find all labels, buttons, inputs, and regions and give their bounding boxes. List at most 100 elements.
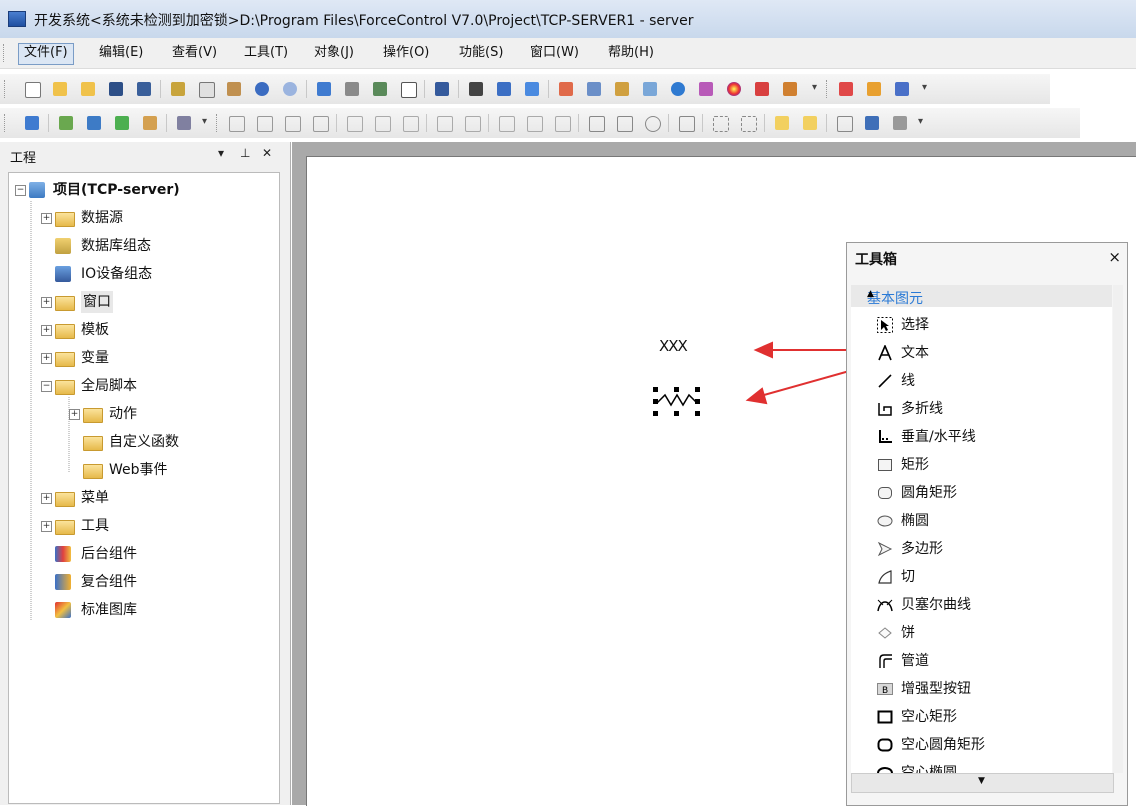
space-v-icon[interactable] <box>462 113 482 133</box>
compile-icon[interactable] <box>342 79 362 99</box>
menubar-grip[interactable] <box>3 44 7 62</box>
snap-icon[interactable] <box>676 113 696 133</box>
ungroup-icon[interactable] <box>738 113 758 133</box>
run-icon[interactable] <box>432 79 452 99</box>
undo-icon[interactable] <box>252 79 272 99</box>
tag-icon[interactable] <box>140 113 160 133</box>
background-component-icon <box>55 546 71 562</box>
background-comp-icon[interactable] <box>892 79 912 99</box>
folder-icon[interactable] <box>78 79 98 99</box>
space-h-icon[interactable] <box>434 113 454 133</box>
menu-window[interactable]: 窗口(W) <box>525 43 584 63</box>
graphic-lib-icon[interactable] <box>836 79 856 99</box>
toolbar-overflow-icon[interactable]: ▾ <box>202 116 207 127</box>
import-icon[interactable] <box>22 113 42 133</box>
new-file-icon[interactable] <box>22 79 42 99</box>
align-bottom-icon[interactable] <box>310 113 330 133</box>
send-back-icon[interactable] <box>800 113 820 133</box>
bring-front-icon[interactable] <box>772 113 792 133</box>
property-icon[interactable] <box>556 79 576 99</box>
copy-icon[interactable] <box>196 79 216 99</box>
toolbar-overflow-icon[interactable]: ▾ <box>922 82 927 93</box>
center-both-icon[interactable] <box>400 113 420 133</box>
toolbox-close-icon[interactable]: × <box>1108 248 1121 266</box>
collapse-icon[interactable]: − <box>41 381 52 392</box>
flip-h-icon[interactable] <box>586 113 606 133</box>
align-left-icon[interactable] <box>226 113 246 133</box>
tool-label: 圆角矩形 <box>901 485 957 501</box>
lock-icon[interactable] <box>890 113 910 133</box>
image-icon[interactable] <box>84 113 104 133</box>
menu-function[interactable]: 功能(S) <box>454 43 508 63</box>
menu-edit[interactable]: 编辑(E) <box>94 43 148 63</box>
cut-icon[interactable] <box>168 79 188 99</box>
edit-icon[interactable] <box>612 79 632 99</box>
component-icon[interactable] <box>752 79 772 99</box>
toolbar-overflow-icon[interactable]: ▾ <box>918 116 923 127</box>
save-all-icon[interactable] <box>134 79 154 99</box>
color-icon[interactable] <box>724 79 744 99</box>
menu-help[interactable]: 帮助(H) <box>603 43 659 63</box>
expand-icon[interactable]: + <box>69 409 80 420</box>
paste-icon[interactable] <box>224 79 244 99</box>
expand-icon[interactable]: + <box>41 353 52 364</box>
same-width-icon[interactable] <box>496 113 516 133</box>
monitor-icon[interactable] <box>862 113 882 133</box>
toolbar-grip[interactable] <box>216 114 220 132</box>
layer-icon[interactable] <box>696 79 716 99</box>
group-icon[interactable] <box>56 113 76 133</box>
expand-icon[interactable]: + <box>41 213 52 224</box>
center-v-icon[interactable] <box>372 113 392 133</box>
menu-tools[interactable]: 工具(T) <box>239 43 293 63</box>
collapse-caret-icon[interactable]: ▲ <box>867 289 1102 299</box>
window-icon[interactable] <box>522 79 542 99</box>
window-title: 开发系统<系统未检测到加密锁>D:\Program Files\ForceCon… <box>34 13 694 29</box>
group-objects-icon[interactable] <box>710 113 730 133</box>
expand-icon[interactable]: + <box>41 493 52 504</box>
config-icon[interactable] <box>584 79 604 99</box>
same-size-icon[interactable] <box>552 113 572 133</box>
text-a-icon <box>878 345 892 361</box>
align-top-icon[interactable] <box>282 113 302 133</box>
find-icon[interactable] <box>466 79 486 99</box>
toolbar-grip[interactable] <box>4 80 8 98</box>
clone-icon[interactable] <box>834 113 854 133</box>
composite-icon[interactable] <box>864 79 884 99</box>
download-icon[interactable] <box>314 79 334 99</box>
menu-operate[interactable]: 操作(O) <box>378 43 434 63</box>
open-folder-icon[interactable] <box>50 79 70 99</box>
toolbar-grip[interactable] <box>4 114 8 132</box>
canvas-text-object[interactable]: XXX <box>659 337 688 355</box>
globe-icon[interactable] <box>668 79 688 99</box>
properties-icon[interactable] <box>174 113 194 133</box>
flip-v-icon[interactable] <box>614 113 634 133</box>
rotate-icon[interactable] <box>642 113 662 133</box>
canvas-selected-object[interactable] <box>647 381 717 421</box>
align-right-icon[interactable] <box>254 113 274 133</box>
expand-icon[interactable]: + <box>41 297 52 308</box>
panel-close-icon[interactable]: ✕ <box>262 146 272 160</box>
same-height-icon[interactable] <box>524 113 544 133</box>
toolbox-category[interactable]: 基本图元 ▲ <box>851 285 1112 307</box>
redo-icon[interactable] <box>280 79 300 99</box>
chart-icon[interactable] <box>370 79 390 99</box>
expand-icon[interactable]: + <box>41 325 52 336</box>
save-icon[interactable] <box>106 79 126 99</box>
toolbar-grip[interactable] <box>826 80 830 98</box>
menu-file[interactable]: 文件(F) <box>18 43 74 65</box>
collapse-icon[interactable]: − <box>15 185 26 196</box>
panel-dropdown-icon[interactable]: ▾ <box>218 146 224 160</box>
center-h-icon[interactable] <box>344 113 364 133</box>
expand-icon[interactable]: + <box>41 521 52 532</box>
toolbox-icon[interactable] <box>640 79 660 99</box>
script-icon[interactable] <box>780 79 800 99</box>
trend-icon[interactable] <box>494 79 514 99</box>
toolbox-scroll-down[interactable]: ▼ <box>851 773 1114 793</box>
menu-object[interactable]: 对象(J) <box>309 43 359 63</box>
grid-icon[interactable] <box>398 79 418 99</box>
settings-icon[interactable] <box>112 113 132 133</box>
toolbox-scrollbar[interactable] <box>1113 285 1123 773</box>
menu-view[interactable]: 查看(V) <box>167 43 222 63</box>
toolbar-overflow-icon[interactable]: ▾ <box>812 82 817 93</box>
panel-pin-icon[interactable]: ⊥ <box>240 146 250 160</box>
